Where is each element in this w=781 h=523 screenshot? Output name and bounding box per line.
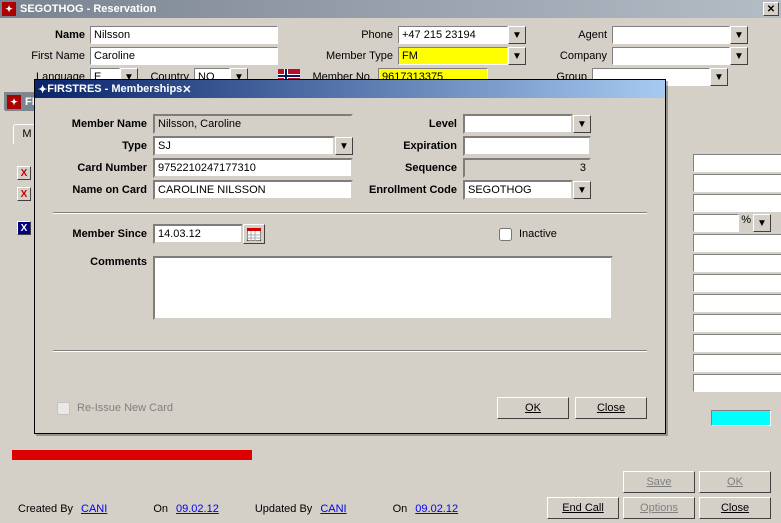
side-field[interactable]	[693, 294, 781, 312]
createdby-label: Created By	[18, 503, 73, 515]
type-dropdown-button[interactable]: ▼	[335, 137, 353, 155]
membername-label: Member Name	[53, 118, 153, 130]
reissue-label: Re-Issue New Card	[73, 402, 173, 414]
sequence-label: Sequence	[353, 162, 463, 174]
x-column: X X X	[15, 166, 31, 242]
sequence-field	[463, 158, 591, 178]
red-strip	[12, 450, 252, 460]
cyan-indicator	[711, 410, 771, 426]
company-dropdown-button[interactable]: ▼	[730, 47, 748, 65]
main-title: SEGOTHOG - Reservation	[20, 3, 156, 15]
cardnumber-label: Card Number	[53, 162, 153, 174]
comments-field[interactable]	[153, 256, 613, 320]
membername-field	[153, 114, 353, 134]
level-field[interactable]	[463, 114, 573, 134]
side-field[interactable]	[693, 334, 781, 352]
modal-ok-button[interactable]: OK	[497, 397, 569, 419]
phone-label: Phone	[338, 29, 398, 41]
side-field[interactable]	[693, 234, 781, 252]
side-field[interactable]	[693, 274, 781, 292]
calendar-button[interactable]	[243, 224, 265, 244]
ok-button[interactable]: OK	[699, 471, 771, 493]
side-field[interactable]	[693, 254, 781, 272]
enrollment-label: Enrollment Code	[353, 184, 463, 196]
endcall-button[interactable]: End Call	[547, 497, 619, 519]
updatedby-value[interactable]: CANI	[320, 503, 346, 515]
side-field[interactable]	[693, 154, 781, 172]
side-field[interactable]	[693, 354, 781, 372]
reissue-checkbox	[57, 402, 70, 415]
right-panel: ▼ ▼ %▼ ▼ ▼ ▼ ▼ ▼ ▼ ▼ ▼	[693, 154, 771, 394]
modal-close-button[interactable]: Close	[575, 397, 647, 419]
createdon-value: 09.02.12	[176, 503, 219, 515]
side-dd[interactable]: ▼	[753, 214, 771, 232]
modal-close-x[interactable]: ✕	[182, 83, 191, 96]
updatedby-label: Updated By	[255, 503, 312, 515]
app-icon: ✦	[38, 83, 47, 96]
name-field[interactable]	[90, 26, 278, 44]
app-icon: ✦	[7, 95, 21, 109]
expiration-label: Expiration	[353, 140, 463, 152]
save-button[interactable]: Save	[623, 471, 695, 493]
modal-title: FIRSTRES - Memberships	[47, 83, 182, 95]
agent-field[interactable]	[612, 26, 730, 44]
level-dropdown-button[interactable]: ▼	[573, 115, 591, 133]
type-label: Type	[53, 140, 153, 152]
side-field[interactable]	[693, 374, 781, 392]
side-field[interactable]	[693, 314, 781, 332]
createdby-value[interactable]: CANI	[81, 503, 107, 515]
options-button[interactable]: Options	[623, 497, 695, 519]
side-field[interactable]	[693, 214, 739, 232]
side-field-zero[interactable]	[693, 194, 781, 212]
modal-titlebar: ✦ FIRSTRES - Memberships ✕	[35, 80, 665, 98]
cardnumber-field[interactable]	[153, 158, 353, 178]
main-close-button[interactable]: ✕	[763, 2, 779, 16]
agent-dropdown-button[interactable]: ▼	[730, 26, 748, 44]
membertype-dropdown-button[interactable]: ▼	[508, 47, 526, 65]
level-label: Level	[353, 118, 463, 130]
comments-label: Comments	[53, 256, 153, 268]
membertype-label: Member Type	[290, 50, 398, 62]
row-delete-button[interactable]: X	[17, 187, 31, 201]
firstname-field[interactable]	[90, 47, 278, 65]
expiration-field[interactable]	[463, 136, 591, 156]
membertype-field[interactable]	[398, 47, 508, 65]
inactive-checkbox[interactable]	[499, 228, 512, 241]
nameoncard-field[interactable]	[153, 180, 353, 200]
side-field[interactable]	[693, 174, 781, 192]
memberships-modal: ✦ FIRSTRES - Memberships ✕ Member Name T…	[34, 79, 666, 434]
updatedon-value: 09.02.12	[415, 503, 458, 515]
type-field[interactable]	[153, 136, 335, 156]
main-titlebar: ✦ SEGOTHOG - Reservation ✕	[0, 0, 781, 18]
nameoncard-label: Name on Card	[53, 184, 153, 196]
on-label: On	[393, 503, 408, 515]
inactive-label: Inactive	[515, 228, 557, 240]
name-label: Name	[8, 29, 90, 41]
row-delete-button[interactable]: X	[17, 166, 31, 180]
pct-label: %	[739, 214, 753, 232]
group-dropdown-button[interactable]: ▼	[710, 68, 728, 86]
enrollment-dropdown-button[interactable]: ▼	[573, 181, 591, 199]
app-icon: ✦	[2, 2, 16, 16]
agent-label: Agent	[554, 29, 612, 41]
company-label: Company	[554, 50, 612, 62]
membersince-label: Member Since	[53, 228, 153, 240]
close-button[interactable]: Close	[699, 497, 771, 519]
firstname-label: First Name	[8, 50, 90, 62]
company-field[interactable]	[612, 47, 730, 65]
phone-dropdown-button[interactable]: ▼	[508, 26, 526, 44]
membersince-field[interactable]	[153, 224, 243, 244]
on-label: On	[153, 503, 168, 515]
row-delete-button-selected[interactable]: X	[17, 221, 31, 235]
enrollment-field[interactable]	[463, 180, 573, 200]
phone-field[interactable]	[398, 26, 508, 44]
